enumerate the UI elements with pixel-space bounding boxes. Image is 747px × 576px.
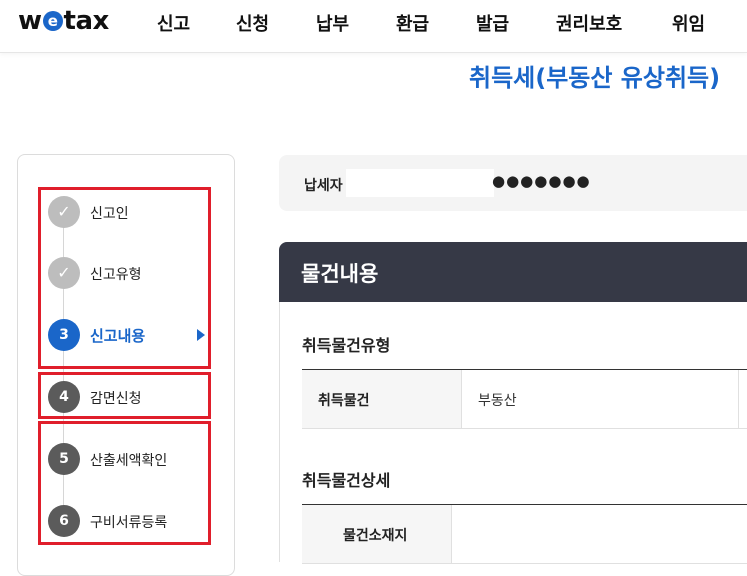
nav-item-refund[interactable]: 환급 (396, 10, 429, 36)
highlight-box-steps-5-6 (38, 421, 211, 545)
taxpayer-redaction (346, 169, 494, 197)
section-header: 물건내용 (279, 242, 747, 302)
table-divider (738, 370, 739, 428)
acquisition-type-row: 취득물건 부동산 (302, 369, 747, 429)
logo-e-mark: e (42, 11, 63, 31)
section-title: 물건내용 (301, 262, 379, 286)
nav-item-rights-protection[interactable]: 권리보호 (556, 10, 622, 36)
property-location-header: 물건소재지 (302, 505, 452, 563)
highlight-box-step-4 (38, 372, 211, 419)
nav-item-payment[interactable]: 납부 (316, 10, 349, 36)
taxpayer-label: 납세자 (304, 178, 343, 194)
top-header: w e tax 신고 신청 납부 환급 발급 권리보호 위임 (0, 0, 747, 53)
acquisition-object-header-text: 취득물건 (318, 393, 370, 409)
wetax-logo[interactable]: w e tax (18, 6, 109, 36)
nav-item-issuance[interactable]: 발급 (476, 10, 509, 36)
acquisition-type-title: 취득물건유형 (302, 336, 391, 355)
acquisition-detail-title: 취득물건상세 (302, 471, 391, 490)
acquisition-object-value: 부동산 (478, 393, 517, 409)
acquisition-object-header: 취득물건 (302, 370, 462, 428)
logo-suffix: tax (63, 6, 110, 36)
property-location-header-text: 물건소재지 (343, 528, 408, 544)
taxpayer-box: 납세자 ●●●●●●● (279, 155, 747, 211)
logo-prefix: w (18, 6, 42, 36)
nav-item-apply[interactable]: 신청 (236, 10, 269, 36)
highlight-box-steps-1-3 (38, 187, 211, 369)
acquisition-detail-row: 물건소재지 (302, 504, 747, 564)
taxpayer-masked-value: ●●●●●●● (492, 172, 591, 190)
page-title: 취득세(부동산 유상취득) (469, 64, 721, 92)
nav-item-report[interactable]: 신고 (157, 10, 190, 36)
nav-item-delegation[interactable]: 위임 (672, 10, 705, 36)
